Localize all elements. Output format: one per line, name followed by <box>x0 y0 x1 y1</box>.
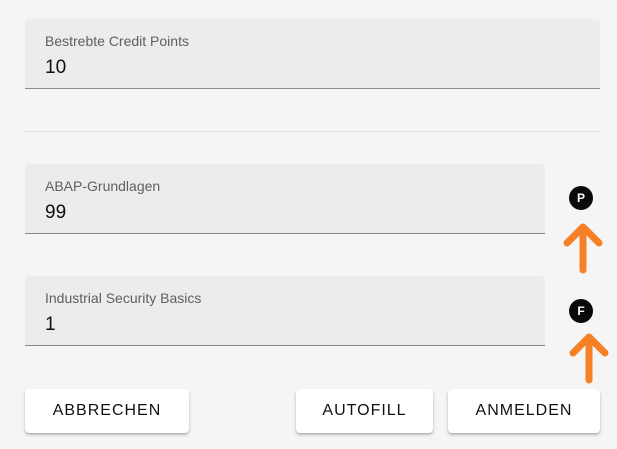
cancel-button[interactable]: ABBRECHEN <box>25 389 189 433</box>
autofill-button[interactable]: AUTOFILL <box>296 389 433 433</box>
arrow-up-icon <box>563 223 603 274</box>
failed-badge-icon: F <box>569 299 593 323</box>
abap-grade-value[interactable]: 99 <box>45 202 66 224</box>
register-button[interactable]: ANMELDEN <box>448 389 600 433</box>
industrial-security-label: Industrial Security Basics <box>45 290 202 306</box>
abap-grade-label: ABAP-Grundlagen <box>45 178 161 194</box>
credit-points-value[interactable]: 10 <box>45 57 66 79</box>
passed-badge-icon: P <box>569 186 593 210</box>
industrial-security-field[interactable]: Industrial Security Basics 1 <box>25 276 545 346</box>
abap-grade-field[interactable]: ABAP-Grundlagen 99 <box>25 164 545 234</box>
industrial-security-value[interactable]: 1 <box>45 314 56 336</box>
credit-points-label: Bestrebte Credit Points <box>45 33 189 49</box>
arrow-up-icon <box>569 333 609 384</box>
credit-points-field[interactable]: Bestrebte Credit Points 10 <box>25 19 600 89</box>
section-divider <box>25 131 600 132</box>
